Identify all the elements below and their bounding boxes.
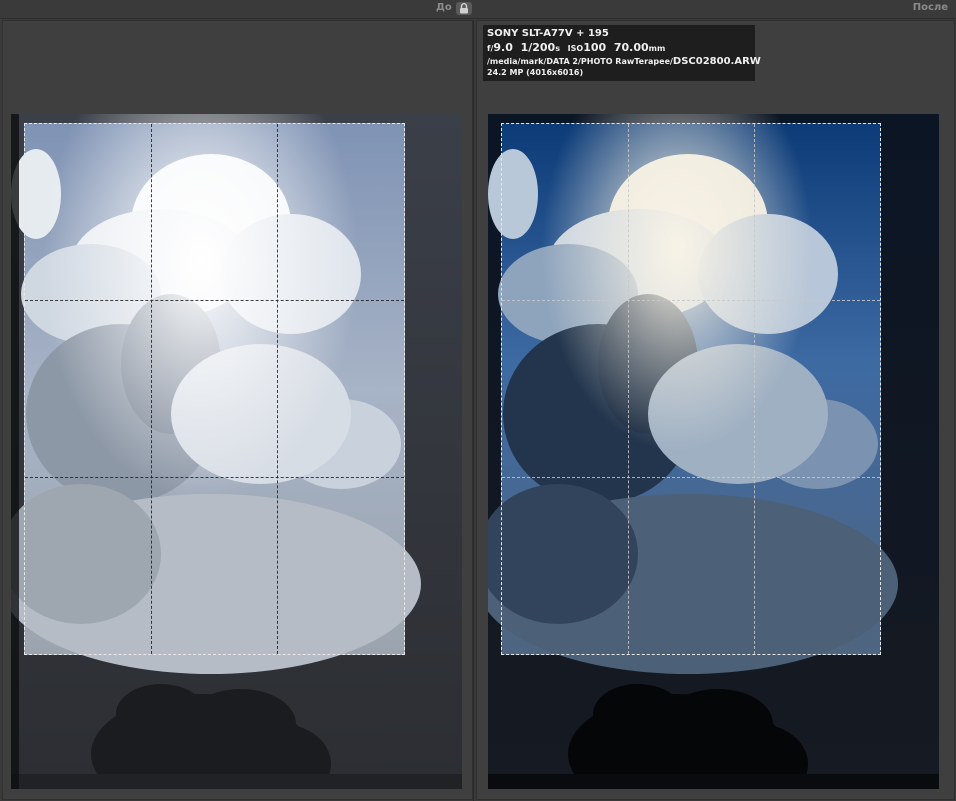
file-name: DSC02800.ARW	[672, 56, 761, 67]
iso-value: 100	[583, 41, 607, 54]
exif-info-overlay: SONY SLT-A77V + 195 f/9.0 1/200s ISO100 …	[483, 25, 761, 81]
after-crop-frame[interactable]	[501, 123, 881, 655]
file-path-line: /media/mark/DATA 2/PHOTO RawTerapee/DSC0…	[487, 56, 761, 67]
lock-icon[interactable]	[456, 2, 472, 15]
file-path: /media/mark/DATA 2/PHOTO RawTerapee/	[487, 57, 673, 66]
camera-model: SONY SLT-A77V + 195	[487, 28, 609, 39]
before-after-header: До После	[0, 0, 956, 19]
crop-grid-line	[628, 124, 629, 654]
focal-unit: mm	[648, 44, 666, 53]
aperture-value: 9.0	[493, 41, 513, 54]
crop-grid-line	[25, 477, 404, 478]
before-label: До	[436, 2, 452, 13]
after-label: После	[912, 2, 948, 13]
shutter-unit: s	[555, 44, 560, 53]
shutter-value: 1/200	[520, 41, 556, 54]
crop-grid-line	[151, 124, 152, 654]
resolution: 24.2 MP (4016x6016)	[487, 68, 584, 77]
exposure-line: f/9.0 1/200s ISO100 70.00mm	[487, 40, 751, 56]
focal-value: 70.00	[613, 41, 649, 54]
crop-grid-line	[502, 300, 880, 301]
crop-grid-line	[754, 124, 755, 654]
crop-grid-line	[502, 477, 880, 478]
iso-label: ISO	[567, 44, 584, 53]
before-crop-frame[interactable]	[24, 123, 405, 655]
crop-grid-line	[25, 300, 404, 301]
crop-grid-line	[277, 124, 278, 654]
pane-divider[interactable]	[473, 20, 474, 801]
